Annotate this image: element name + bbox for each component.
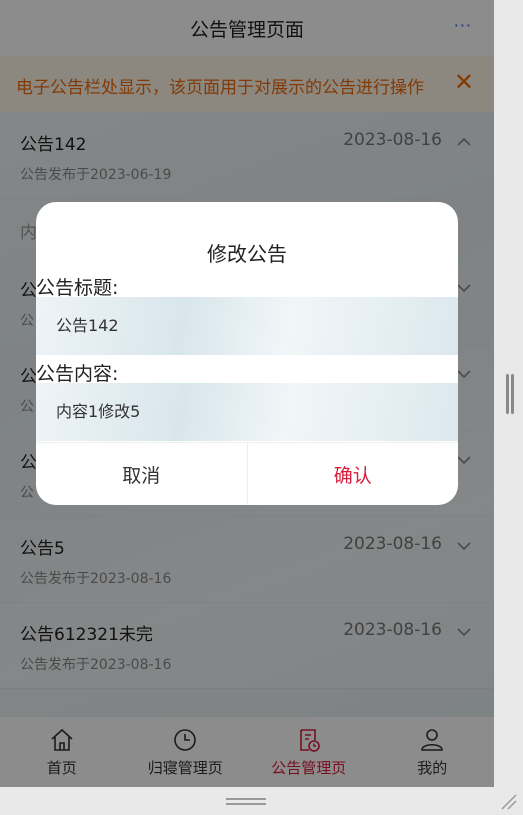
edit-notice-dialog: 修改公告 公告标题: 公告内容: 取消 确认 — [36, 202, 458, 505]
title-field[interactable] — [36, 297, 458, 355]
cancel-button[interactable]: 取消 — [36, 443, 248, 505]
content-field[interactable] — [36, 383, 458, 441]
content-label: 公告内容: — [36, 363, 119, 385]
window-drag-handle[interactable] — [226, 798, 266, 806]
resize-grip-icon[interactable] — [500, 793, 518, 811]
confirm-button[interactable]: 确认 — [248, 443, 459, 505]
dialog-title: 修改公告 — [207, 242, 287, 266]
dialog-actions: 取消 确认 — [36, 442, 458, 505]
content-input[interactable] — [56, 400, 436, 419]
title-input[interactable] — [56, 314, 436, 333]
title-label: 公告标题: — [36, 277, 119, 299]
app-screen: 公告管理页面 ··· 电子公告栏处显示，该页面用于对展示的公告进行操作 ✕ 公告… — [0, 0, 494, 787]
window-scrollbar[interactable] — [506, 374, 514, 414]
